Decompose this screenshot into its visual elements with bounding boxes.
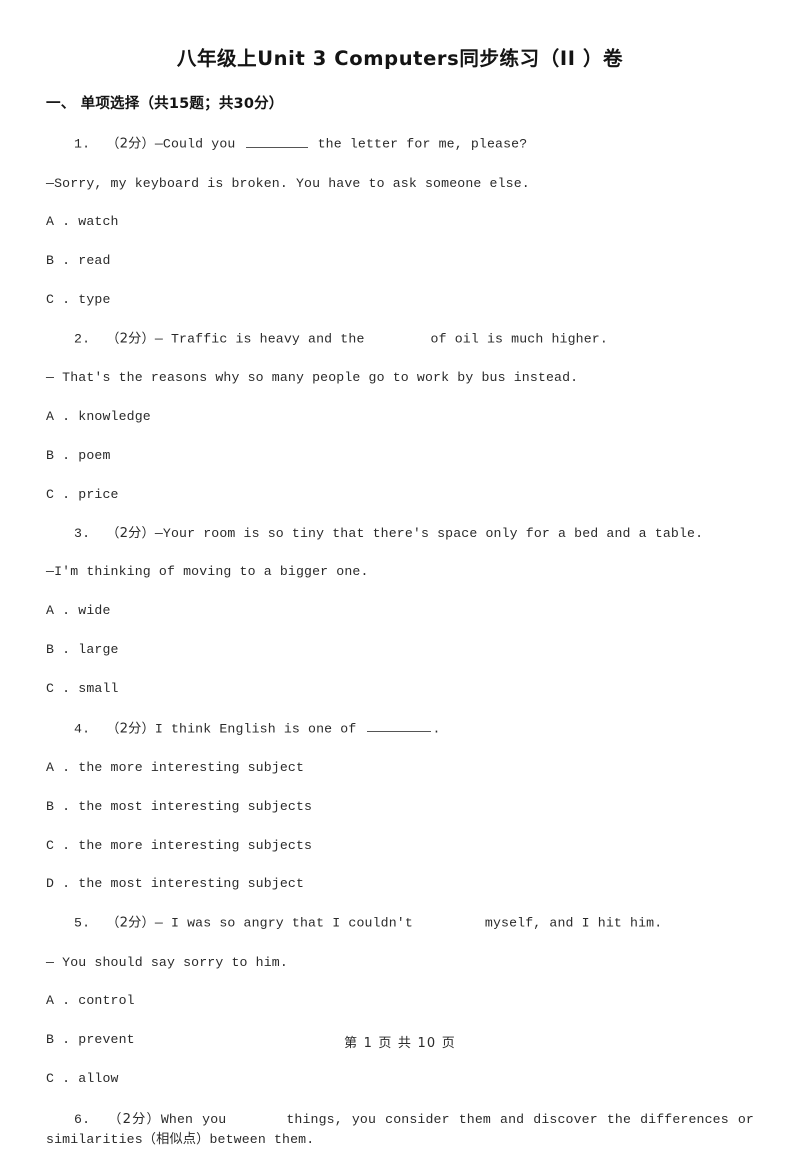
question-4-option-b[interactable]: B . the most interesting subjects: [46, 777, 754, 816]
question-6-stem-before: When you: [160, 1111, 227, 1127]
page-footer: 第 1 页 共 10 页: [344, 1036, 456, 1051]
question-4-stem-before: I think English is one of: [154, 721, 365, 737]
question-3-second-line: —I'm thinking of moving to a bigger one.: [46, 564, 369, 580]
question-5-stem-before: — I was so angry that I couldn't: [154, 915, 413, 931]
question-3-score: （2分）: [106, 525, 155, 541]
question-6-blank: [226, 1110, 286, 1123]
question-4-number: 4.: [74, 721, 91, 737]
question-5-score: （2分）: [106, 915, 155, 931]
section-heading: 一、 单项选择（共15题；共30分）: [46, 96, 284, 113]
question-1-number: 1.: [74, 136, 91, 152]
question-2-option-b[interactable]: B . poem: [46, 426, 754, 465]
question-1-option-b[interactable]: B . read: [46, 231, 754, 270]
question-5-stem: 5. （2分）— I was so angry that I couldn't m…: [46, 893, 754, 932]
question-6-number: 6.: [74, 1111, 91, 1127]
question-2-stem-after: of oil is much higher.: [430, 331, 608, 347]
question-3-stem-before: —Your room is so tiny that there's space…: [154, 525, 704, 541]
question-1-blank: [245, 134, 308, 148]
page-title: 八年级上Unit 3 Computers同步练习（II ）卷: [176, 47, 624, 70]
question-2-option-a[interactable]: A . knowledge: [46, 387, 754, 426]
question-5-blank: [413, 914, 485, 927]
question-4-option-c[interactable]: C . the more interesting subjects: [46, 816, 754, 855]
question-3-option-a[interactable]: A . wide: [46, 581, 754, 620]
question-1-stem-before: —Could you: [154, 136, 244, 152]
question-1-stem-after: the letter for me, please?: [309, 136, 528, 152]
question-1: 1. （2分）—Could you the letter for me, ple…: [46, 113, 754, 309]
question-3-number: 3.: [74, 525, 91, 541]
question-4-score: （2分）: [106, 721, 155, 737]
question-5-number: 5.: [74, 915, 91, 931]
question-2-stem: 2. （2分）— Traffic is heavy and the of oil …: [46, 309, 754, 348]
question-2-stem-before: — Traffic is heavy and the: [154, 331, 365, 347]
question-5: 5. （2分）— I was so angry that I couldn't m…: [46, 893, 754, 1088]
question-1-stem: 1. （2分）—Could you the letter for me, ple…: [46, 113, 754, 153]
question-3-option-b[interactable]: B . large: [46, 620, 754, 659]
question-1-option-a[interactable]: A . watch: [46, 192, 754, 231]
question-5-option-a[interactable]: A . control: [46, 971, 754, 1010]
question-5-option-c[interactable]: C . allow: [46, 1049, 754, 1088]
question-2-score: （2分）: [106, 331, 155, 347]
question-2-option-c[interactable]: C . price: [46, 465, 754, 504]
exam-page: 八年级上Unit 3 Computers同步练习（II ）卷 一、 单项选择（共…: [0, 0, 800, 1147]
question-4-stem-after: .: [432, 721, 441, 737]
question-2-second-line: — That's the reasons why so many people …: [46, 370, 579, 386]
question-1-option-c[interactable]: C . type: [46, 270, 754, 309]
question-2-number: 2.: [74, 331, 91, 347]
question-6-score: （2分）: [108, 1111, 161, 1127]
question-4-option-d[interactable]: D . the most interesting subject: [46, 854, 754, 893]
question-3-option-c[interactable]: C . small: [46, 659, 754, 698]
question-2: 2. （2分）— Traffic is heavy and the of oil …: [46, 309, 754, 504]
question-3: 3. （2分）—Your room is so tiny that there'…: [46, 504, 754, 698]
question-5-second-line: — You should say sorry to him.: [46, 954, 288, 970]
question-2-blank: [365, 330, 431, 343]
question-4-option-a[interactable]: A . the more interesting subject: [46, 738, 754, 777]
question-6: 6. （2分）When you things, you consider them…: [46, 1088, 754, 1151]
question-3-stem: 3. （2分）—Your room is so tiny that there'…: [46, 504, 754, 543]
question-4-stem: 4. （2分）I think English is one of .: [46, 698, 754, 738]
question-4-blank: [366, 719, 431, 733]
question-5-stem-after: myself, and I hit him.: [484, 915, 663, 931]
question-4: 4. （2分）I think English is one of . A . t…: [46, 698, 754, 894]
question-1-score: （2分）: [106, 136, 155, 152]
question-6-stem: 6. （2分）When you things, you consider them…: [46, 1088, 754, 1151]
question-1-second-line: —Sorry, my keyboard is broken. You have …: [46, 175, 530, 191]
